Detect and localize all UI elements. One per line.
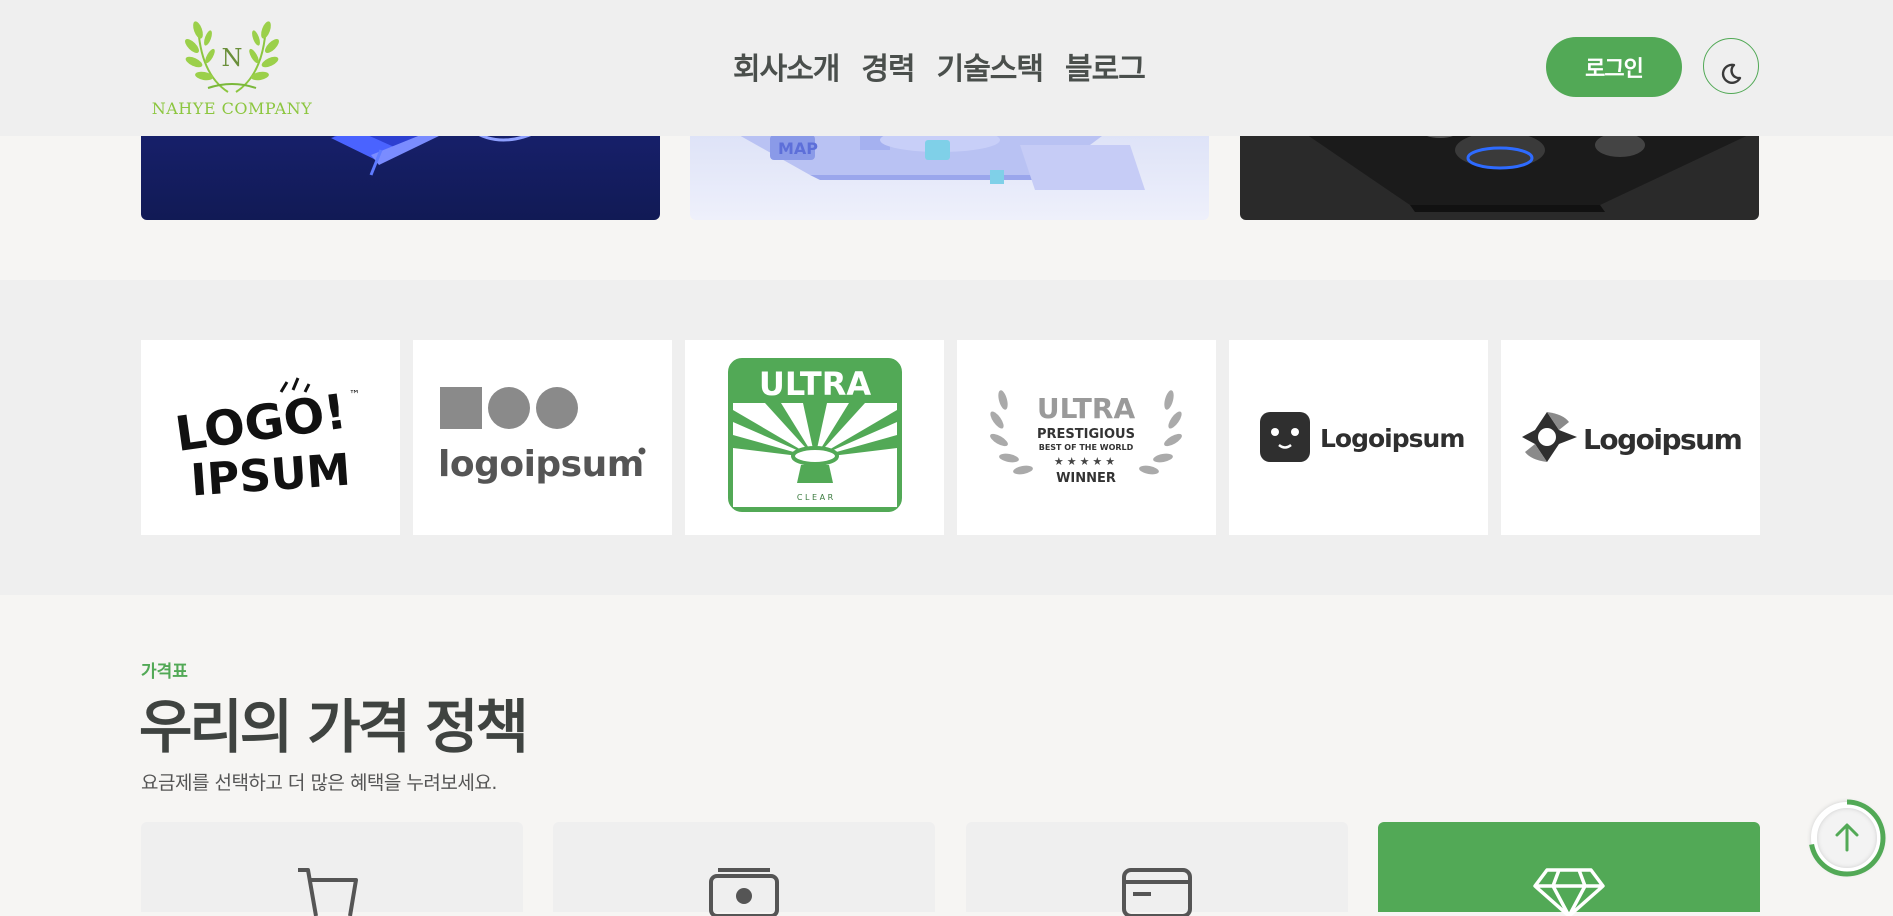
isometric-map-illustration: MAP [730,130,1145,190]
svg-text:ULTRA: ULTRA [759,365,872,403]
scroll-progress-ring [1808,799,1886,877]
svg-text:logoipsum: logoipsum [438,444,644,485]
client-logo-card[interactable]: logoipsum [413,340,672,535]
nav-item-about[interactable]: 회사소개 [733,44,840,88]
client-logo-card[interactable]: LOGO! IPSUM ™ [141,340,400,535]
scroll-to-top-button[interactable] [1807,798,1887,878]
site-header: N NAHYE COMPANY 회사소개 경력 기술스택 블로그 로그인 [0,0,1893,136]
portfolio-image-3[interactable] [1240,130,1759,220]
client-logos-section: LOGO! IPSUM ™ logoipsum ULTRA C L E A R … [0,280,1893,595]
pricing-card-1[interactable] [141,822,523,916]
pricing-title: 우리의 가격 정책 [139,693,529,761]
nav-item-career[interactable]: 경력 [861,44,915,88]
credit-card-icon [1122,868,1192,916]
logoipsum-shapes-icon: logoipsum [438,387,646,485]
logoipsum-diamond-icon: Logoipsum [1522,412,1743,462]
svg-text:ULTRA: ULTRA [1037,392,1136,425]
svg-text:™: ™ [349,388,360,401]
login-button[interactable]: 로그인 [1546,37,1682,97]
svg-text:MAP: MAP [778,139,818,158]
company-logo[interactable]: N NAHYE COMPANY [142,16,322,121]
ultra-clear-icon: ULTRA C L E A R [728,358,902,512]
svg-text:WINNER: WINNER [1056,471,1116,486]
logo-wordmark: NAHYE COMPANY [151,99,313,118]
portfolio-image-2[interactable]: MAP [690,130,1209,220]
svg-text:Logoipsum: Logoipsum [1320,424,1464,453]
pricing-card-4-featured[interactable] [1378,822,1760,916]
laurel-logo-icon: N [185,21,279,93]
svg-text:IPSUM: IPSUM [189,445,352,507]
client-logo-card[interactable]: ULTRA PRESTIGIOUS BEST OF THE WORLD ★★★★… [957,340,1216,535]
portfolio-image-1[interactable] [141,130,660,220]
svg-text:N: N [222,44,243,72]
client-logo-card[interactable]: Logoipsum [1229,340,1488,535]
theme-toggle-button[interactable] [1703,38,1759,94]
pricing-card-2[interactable] [553,822,935,916]
pricing-eyebrow: 가격표 [141,662,188,682]
moon-icon [1721,63,1742,84]
svg-text:★★★★★: ★★★★★ [1054,455,1118,468]
isometric-illustration [321,130,542,176]
main-nav: 회사소개 경력 기술스택 블로그 [733,44,1146,88]
cart-icon [298,868,358,916]
logoipsum-face-icon: Logoipsum [1260,412,1465,462]
svg-text:C L E A R: C L E A R [797,493,834,502]
client-logo-card[interactable]: Logoipsum [1501,340,1760,535]
svg-text:PRESTIGIOUS: PRESTIGIOUS [1037,427,1135,442]
pricing-card-3[interactable] [966,822,1348,916]
svg-text:BEST OF THE WORLD: BEST OF THE WORLD [1039,443,1134,452]
logo-ipsum-playful-icon: LOGO! IPSUM ™ [172,377,360,507]
nav-item-blog[interactable]: 블로그 [1065,44,1146,88]
client-logo-card[interactable]: ULTRA C L E A R [685,340,944,535]
dark-device-illustration [1300,130,1759,212]
nav-item-tech-stack[interactable]: 기술스택 [937,44,1044,88]
svg-text:Logoipsum: Logoipsum [1583,423,1741,456]
banknote-icon [709,868,779,916]
pricing-description: 요금제를 선택하고 더 많은 혜택을 누려보세요. [141,772,497,794]
diamond-icon [1533,868,1605,916]
ultra-winner-badge-icon: ULTRA PRESTIGIOUS BEST OF THE WORLD ★★★★… [990,390,1182,486]
